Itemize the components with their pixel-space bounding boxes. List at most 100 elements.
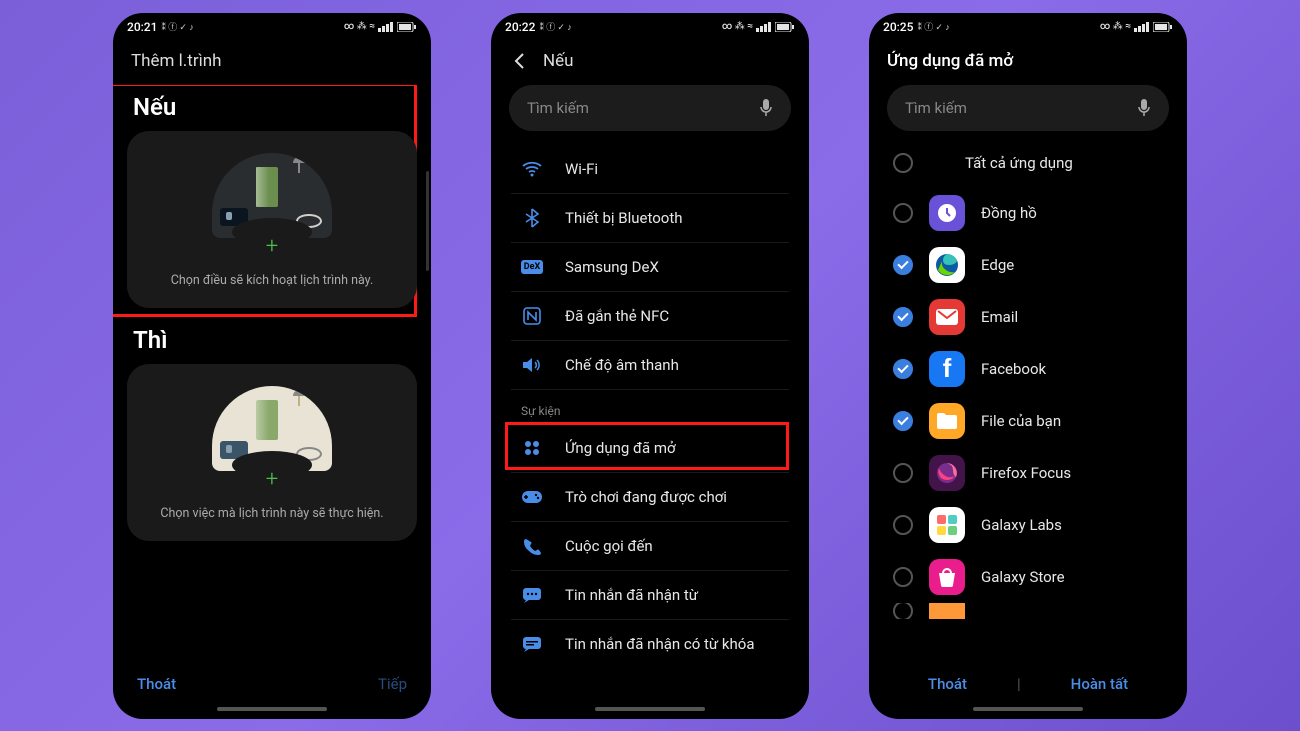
app-row[interactable]: Đồng hồ — [883, 187, 1173, 239]
app-list: Tất cả ứng dụng Đồng hồ Edge Email fFaceboo… — [883, 145, 1173, 619]
app-icon — [929, 247, 965, 283]
app-row[interactable] — [883, 603, 1173, 619]
app-name: Edge — [981, 256, 1014, 274]
app-row[interactable]: Edge — [883, 239, 1173, 291]
app-row-all[interactable]: Tất cả ứng dụng — [883, 145, 1173, 187]
app-row[interactable]: File của bạn — [883, 395, 1173, 447]
app-name: Galaxy Labs — [981, 516, 1062, 534]
then-card[interactable]: + Chọn việc mà lịch trình này sẽ thực hi… — [127, 364, 417, 541]
bottom-bar: Thoát | Hoàn tất — [869, 663, 1187, 701]
sms-icon — [521, 584, 543, 606]
mic-icon[interactable] — [759, 99, 773, 117]
exit-button[interactable]: Thoát — [928, 675, 967, 693]
app-icon — [929, 603, 965, 619]
if-illustration — [212, 153, 332, 238]
radio-checked[interactable] — [893, 255, 913, 275]
app-icon — [929, 403, 965, 439]
wifi-icon — [521, 158, 543, 180]
search-input[interactable]: Tìm kiếm — [509, 85, 791, 131]
game-icon — [521, 486, 543, 508]
trigger-list: Wi-Fi Thiết bị Bluetooth DeX Samsung DeX… — [505, 145, 795, 668]
list-item-sms-keyword[interactable]: Tin nhắn đã nhận có từ khóa — [511, 620, 789, 668]
list-item-game[interactable]: Trò chơi đang được chơi — [511, 473, 789, 522]
list-item-dex[interactable]: DeX Samsung DeX — [511, 243, 789, 292]
search-placeholder: Tìm kiếm — [905, 99, 967, 117]
phone-screen-2: 20:22 ⁑ ⓕ ✓ ♪ ∞ ⁂ ≈ Nếu Tìm kiếm Wi-Fi T… — [491, 13, 809, 719]
header: Nếu — [491, 41, 809, 85]
app-row[interactable]: Galaxy Store — [883, 551, 1173, 603]
radio-checked[interactable] — [893, 307, 913, 327]
status-icons-right: ∞ ⁂ ≈ — [1100, 21, 1173, 32]
nfc-icon — [521, 305, 543, 327]
search-input[interactable]: Tìm kiếm — [887, 85, 1169, 131]
list-label: Chế độ âm thanh — [565, 356, 679, 374]
battery-icon — [775, 22, 795, 32]
back-button[interactable] — [509, 51, 529, 71]
list-label: Trò chơi đang được chơi — [565, 488, 727, 506]
list-label: Wi-Fi — [565, 160, 598, 178]
radio-unchecked[interactable] — [893, 203, 913, 223]
status-bar: 20:25 ⁑ ⓕ ✓ ♪ ∞ ⁂ ≈ — [869, 13, 1187, 41]
exit-button[interactable]: Thoát — [137, 675, 176, 693]
list-item-app-opened[interactable]: Ứng dụng đã mở — [511, 424, 789, 473]
radio-checked[interactable] — [893, 411, 913, 431]
signal-icon — [1134, 22, 1150, 32]
dex-icon: DeX — [521, 256, 543, 278]
list-label: Tin nhắn đã nhận có từ khóa — [565, 635, 754, 653]
phone-screen-1: 20:21 ⁑ ⓕ ✓ ♪ ∞ ⁂ ≈ Thêm l.trình Nếu + C… — [113, 13, 431, 719]
radio-checked[interactable] — [893, 359, 913, 379]
list-label: Thiết bị Bluetooth — [565, 209, 683, 227]
call-icon — [521, 535, 543, 557]
battery-icon — [1153, 22, 1173, 32]
list-item-wifi[interactable]: Wi-Fi — [511, 145, 789, 194]
nav-pill[interactable] — [973, 707, 1083, 711]
app-row[interactable]: Firefox Focus — [883, 447, 1173, 499]
list-item-sound[interactable]: Chế độ âm thanh — [511, 341, 789, 390]
sound-icon — [521, 354, 543, 376]
if-card-desc: Chọn điều sẽ kích hoạt lịch trình này. — [171, 273, 374, 288]
done-button[interactable]: Hoàn tất — [1071, 675, 1128, 693]
search-placeholder: Tìm kiếm — [527, 99, 589, 117]
if-card[interactable]: + Chọn điều sẽ kích hoạt lịch trình này. — [127, 131, 417, 308]
phone-screen-3: 20:25 ⁑ ⓕ ✓ ♪ ∞ ⁂ ≈ Ứng dụng đã mở Tìm k… — [869, 13, 1187, 719]
scroll-indicator[interactable] — [426, 171, 429, 271]
radio-unchecked[interactable] — [893, 153, 913, 173]
sms-keyword-icon — [521, 633, 543, 655]
status-icons-left: ⁑ ⓕ ✓ ♪ — [917, 20, 949, 33]
radio-unchecked[interactable] — [893, 515, 913, 535]
app-row[interactable]: fFacebook — [883, 343, 1173, 395]
mic-icon[interactable] — [1137, 99, 1151, 117]
then-illustration — [212, 386, 332, 471]
app-row[interactable]: Galaxy Labs — [883, 499, 1173, 551]
list-item-bluetooth[interactable]: Thiết bị Bluetooth — [511, 194, 789, 243]
app-icon: f — [929, 351, 965, 387]
status-time: 20:22 — [505, 20, 535, 34]
app-name: Firefox Focus — [981, 464, 1071, 482]
app-name: Email — [981, 308, 1018, 326]
app-icon — [929, 195, 965, 231]
app-name: Đồng hồ — [981, 204, 1037, 222]
status-time: 20:21 — [127, 20, 157, 34]
bottom-bar: Thoát Tiếp — [113, 663, 431, 701]
nav-pill[interactable] — [595, 707, 705, 711]
app-row[interactable]: Email — [883, 291, 1173, 343]
radio-unchecked[interactable] — [893, 603, 913, 619]
event-section-header: Sự kiện — [511, 390, 789, 424]
app-name: Tất cả ứng dụng — [929, 154, 1073, 172]
app-icon — [929, 455, 965, 491]
status-bar: 20:21 ⁑ ⓕ ✓ ♪ ∞ ⁂ ≈ — [113, 13, 431, 41]
app-icon — [929, 559, 965, 595]
next-button[interactable]: Tiếp — [378, 675, 407, 693]
bluetooth-icon — [521, 207, 543, 229]
list-item-nfc[interactable]: Đã gắn thẻ NFC — [511, 292, 789, 341]
then-card-desc: Chọn việc mà lịch trình này sẽ thực hiện… — [160, 506, 383, 521]
list-item-call[interactable]: Cuộc gọi đến — [511, 522, 789, 571]
radio-unchecked[interactable] — [893, 567, 913, 587]
list-item-sms-from[interactable]: Tin nhắn đã nhận từ — [511, 571, 789, 620]
radio-unchecked[interactable] — [893, 463, 913, 483]
then-section-title: Thì — [133, 326, 411, 354]
signal-icon — [378, 22, 394, 32]
status-icons-right: ∞ ⁂ ≈ — [344, 21, 417, 32]
highlight-box-app-opened — [505, 422, 789, 470]
nav-pill[interactable] — [217, 707, 327, 711]
